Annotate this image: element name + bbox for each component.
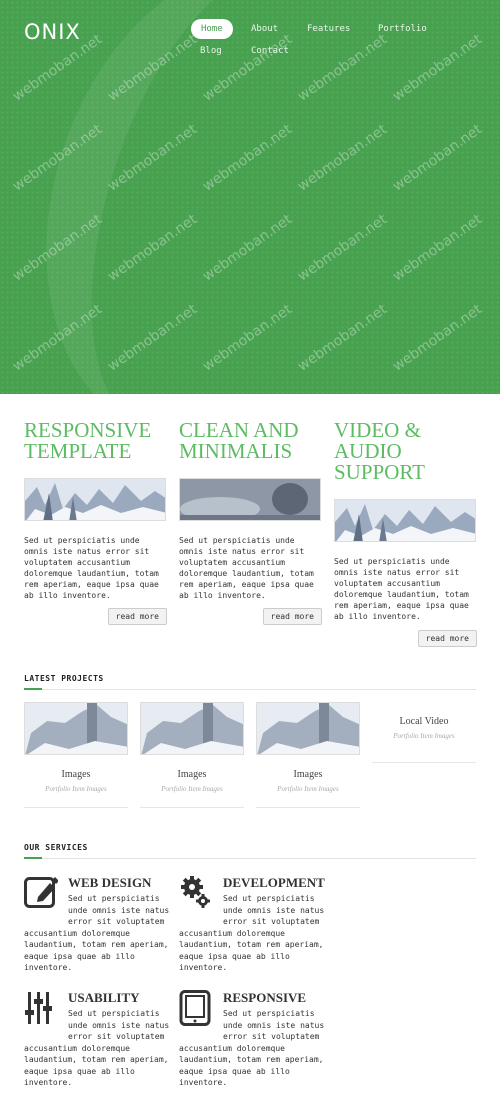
section-divider [24,689,476,690]
feature-image [179,478,321,521]
project-subtitle: Portfolio Item Images [393,732,455,740]
section-divider [24,858,476,859]
project-item[interactable]: Images Portfolio Item Images [256,702,360,808]
watermark: webmoban.net [389,211,486,285]
our-services-heading: OUR SERVICES [24,843,88,852]
project-thumbnail[interactable] [24,702,128,755]
nav-about[interactable]: About [251,19,278,39]
feature-title: RESPONSIVE TEMPLATE [24,418,152,463]
feature-column: RESPONSIVE TEMPLATE Sed ut perspiciatis … [24,420,167,630]
project-title: Images [61,769,91,780]
project-divider [256,807,360,808]
nav-portfolio[interactable]: Portfolio [378,19,427,39]
section-accent-bar [24,688,42,690]
project-title: Images [293,769,323,780]
nav-features[interactable]: Features [307,19,350,39]
service-title: RESPONSIVE [223,990,307,1005]
service-item: RESPONSIVE Sed ut perspiciatis unde omni… [179,990,329,1089]
gears-icon [179,875,213,911]
hero-banner: webmoban.net webmoban.net webmoban.net w… [0,0,500,394]
service-title: DEVELOPMENT [223,875,325,890]
service-text-rest: accusantium doloremque laudantium, totam… [179,1043,324,1088]
project-subtitle: Portfolio Item Images [277,785,339,793]
feature-column: CLEAN AND MINIMALIS Sed ut perspiciatis … [179,420,322,630]
project-divider [372,762,476,763]
service-item: DEVELOPMENT Sed ut perspiciatis unde omn… [179,875,329,974]
feature-title: CLEAN AND MINIMALIS [179,418,299,463]
project-thumbnail[interactable] [256,702,360,755]
read-more-button[interactable]: read more [262,608,322,625]
tablet-icon [179,990,213,1026]
project-item[interactable]: Local Video Portfolio Item Images [372,702,476,763]
watermark: webmoban.net [389,121,486,195]
project-divider [24,807,128,808]
feature-text: Sed ut perspiciatis unde omnis iste natu… [334,557,469,621]
project-thumbnail[interactable] [140,702,244,755]
edit-icon [24,875,59,911]
project-divider [140,807,244,808]
nav-blog[interactable]: Blog [200,41,222,61]
sliders-icon [24,990,58,1026]
project-title: Images [177,769,207,780]
service-item: USABILITY Sed ut perspiciatis unde omnis… [24,990,174,1089]
project-subtitle: Portfolio Item Images [45,785,107,793]
main-nav: Home About Features Portfolio Blog Conta… [0,19,500,64]
feature-image [24,478,166,521]
latest-projects-heading: LATEST PROJECTS [24,674,104,683]
project-title: Local Video [399,716,449,727]
feature-text: Sed ut perspiciatis unde omnis iste natu… [179,536,314,600]
project-item[interactable]: Images Portfolio Item Images [24,702,128,808]
feature-title: VIDEO & AUDIO SUPPORT [334,418,425,484]
section-accent-bar [24,857,42,859]
nav-home[interactable]: Home [191,19,233,39]
feature-column: VIDEO & AUDIO SUPPORT Sed ut perspiciati… [334,420,477,650]
feature-text: Sed ut perspiciatis unde omnis iste natu… [24,536,159,600]
service-text-rest: accusantium doloremque laudantium, totam… [24,928,169,973]
project-subtitle: Portfolio Item Images [161,785,223,793]
service-title: USABILITY [68,990,140,1005]
watermark: webmoban.net [389,301,486,375]
feature-image [334,499,476,542]
read-more-button[interactable]: read more [417,630,477,647]
nav-contact[interactable]: Contact [251,41,289,61]
service-text-rest: accusantium doloremque laudantium, totam… [179,928,324,973]
read-more-button[interactable]: read more [107,608,167,625]
service-item: WEB DESIGN Sed ut perspiciatis unde omni… [24,875,174,974]
service-title: WEB DESIGN [68,875,152,890]
project-item[interactable]: Images Portfolio Item Images [140,702,244,808]
service-text-rest: accusantium doloremque laudantium, totam… [24,1043,169,1088]
